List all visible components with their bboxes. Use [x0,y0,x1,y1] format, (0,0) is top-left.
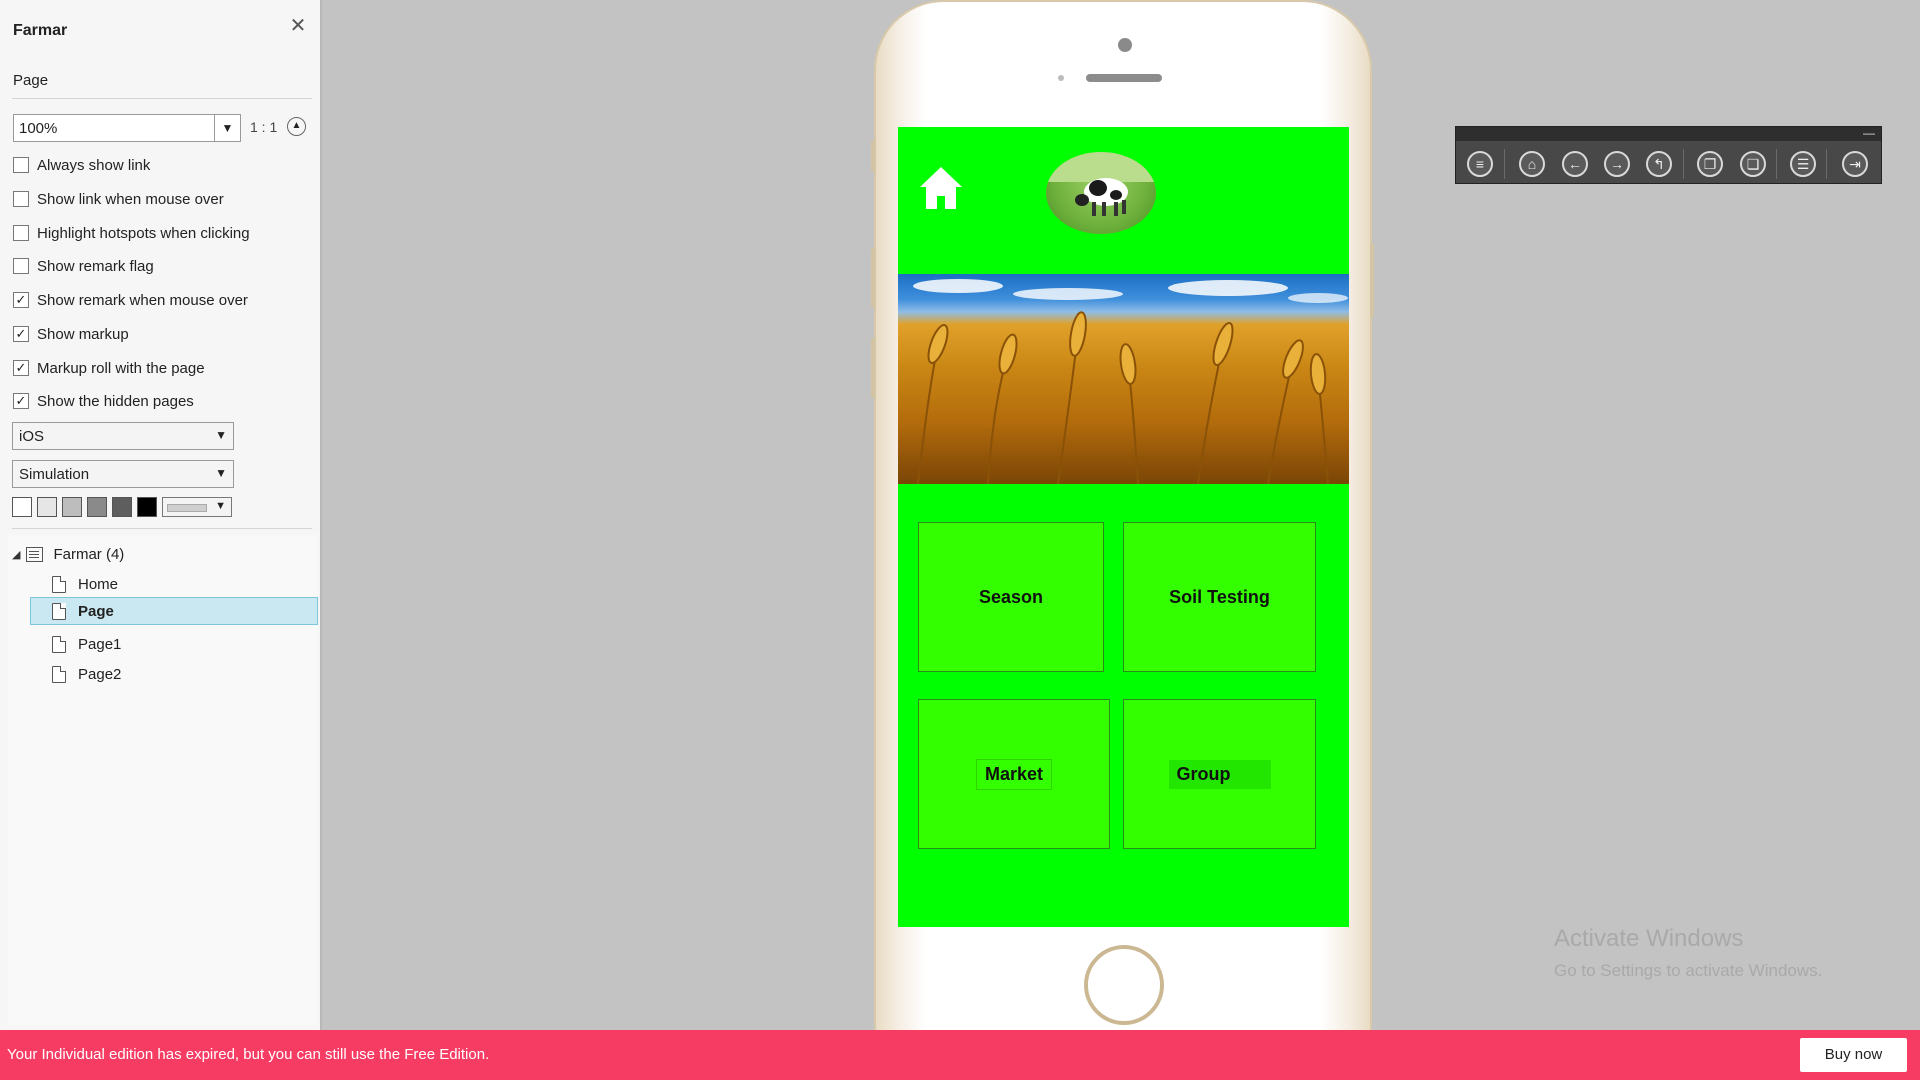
soil-testing-label: Soil Testing [1169,586,1270,607]
mode-select[interactable]: Simulation ▼ [12,460,234,488]
wheat-field-banner-image [898,274,1349,484]
expand-triangle-icon[interactable]: ◢ [12,548,20,561]
ratio-button[interactable]: 1 : 1 [250,119,277,135]
preview-toolbar: — ≡ ⌂ ← → ↰ ❐ ❏ ☰ ⇥ [1455,126,1882,184]
watermark-subtitle: Go to Settings to activate Windows. [1554,961,1823,980]
menu-icon[interactable]: ≡ [1467,151,1493,177]
swatch-light-gray[interactable] [37,497,57,517]
home-icon[interactable]: ⌂ [1519,151,1545,177]
tree-page-page1[interactable]: Page1 [52,630,121,658]
swatch-black[interactable] [137,497,157,517]
toolbar-titlebar[interactable] [1456,127,1881,141]
checkbox-checked[interactable]: ✓ [13,360,29,376]
page-icon [52,575,66,593]
exit-icon[interactable]: ⇥ [1842,151,1868,177]
return-icon[interactable]: ↰ [1646,151,1672,177]
page-tree: ◢ Farmar (4) Home Page Page1 Page2 [8,535,318,1025]
license-message: Your Individual edition has expired, but… [7,1046,490,1063]
divider [1776,149,1777,179]
buy-now-button[interactable]: Buy now [1800,1038,1907,1072]
option-always-show-link[interactable]: Always show link [13,155,150,175]
page-icon [52,602,66,620]
color-preview [167,504,207,512]
sitemap-icon [26,546,44,562]
phone-power-button [1370,243,1374,318]
watermark-title: Activate Windows [1554,925,1744,952]
checkbox[interactable] [13,258,29,274]
zoom-select[interactable]: 100% ▼ [13,114,241,142]
phone-sensor [1058,75,1064,81]
collapse-up-icon[interactable]: ▲ [287,117,306,136]
background-swatches: ▼ [12,497,232,517]
swatch-mid-gray[interactable] [87,497,107,517]
chevron-down-icon: ▼ [215,466,227,480]
phone-side-button [871,140,875,172]
option-show-markup[interactable]: ✓ Show markup [13,324,129,344]
checkbox-checked[interactable]: ✓ [13,393,29,409]
tree-page-page[interactable]: Page [30,597,318,625]
cow-logo-image [1046,152,1156,234]
close-icon[interactable]: ✕ [288,16,308,36]
app-screen: Season Soil Testing Market Group [898,127,1349,927]
license-banner: Your Individual edition has expired, but… [0,1030,1920,1080]
phone-home-button[interactable] [1084,945,1164,1025]
section-label: Page [13,72,49,89]
swatch-white[interactable] [12,497,32,517]
soil-testing-tile[interactable]: Soil Testing [1123,522,1316,672]
tree-page-page2[interactable]: Page2 [52,660,121,688]
swatch-gray[interactable] [62,497,82,517]
phone-volume-up [871,248,875,308]
activate-windows-watermark: Activate Windows Go to Settings to activ… [1554,925,1822,981]
checkbox[interactable] [13,191,29,207]
season-tile[interactable]: Season [918,522,1104,672]
device-select[interactable]: iOS ▼ [12,422,234,450]
page-icon [52,635,66,653]
option-markup-roll[interactable]: ✓ Markup roll with the page [13,358,205,378]
tree-root[interactable]: ◢ Farmar (4) [12,540,124,568]
copy-icon[interactable]: ❐ [1697,151,1723,177]
chevron-down-icon: ▼ [215,500,226,512]
market-tile[interactable]: Market [918,699,1110,849]
preview-settings-panel: Farmar ✕ Page 100% ▼ 1 : 1 ▲ Always show… [0,0,322,1030]
paste-icon[interactable]: ❏ [1740,151,1766,177]
checkbox-checked[interactable]: ✓ [13,326,29,342]
divider [1826,149,1827,179]
divider [1504,149,1505,179]
option-show-remark-flag[interactable]: Show remark flag [13,256,154,276]
forward-arrow-icon[interactable]: → [1604,151,1630,177]
wheat-illustration [913,279,1348,484]
option-show-hidden-pages[interactable]: ✓ Show the hidden pages [13,391,194,411]
cow-illustration [1046,152,1156,216]
option-show-link-mouse-over[interactable]: Show link when mouse over [13,189,224,209]
tree-page-home[interactable]: Home [52,570,118,598]
option-highlight-hotspots[interactable]: Highlight hotspots when clicking [13,223,250,243]
checkbox[interactable] [13,157,29,173]
phone-speaker [1086,74,1162,82]
option-show-remark-mouse-over[interactable]: ✓ Show remark when mouse over [13,290,248,310]
minimize-icon[interactable]: — [1863,127,1875,139]
divider [12,528,312,529]
checkbox[interactable] [13,225,29,241]
chevron-down-icon: ▼ [215,428,227,442]
group-tile[interactable]: Group [1123,699,1316,849]
market-label: Market [975,758,1053,790]
page-icon [52,665,66,683]
chevron-down-icon[interactable]: ▼ [214,115,240,141]
color-picker-dropdown[interactable]: ▼ [162,497,232,517]
back-arrow-icon[interactable]: ← [1562,151,1588,177]
checkbox-checked[interactable]: ✓ [13,292,29,308]
season-label: Season [978,586,1044,607]
divider [1683,149,1684,179]
phone-camera [1118,38,1132,52]
swatch-dark-gray[interactable] [112,497,132,517]
group-label: Group [1168,759,1271,789]
panel-title: Farmar [13,22,68,39]
document-icon[interactable]: ☰ [1790,151,1816,177]
divider [12,98,312,99]
phone-volume-down [871,338,875,398]
zoom-value: 100% [19,120,58,137]
home-icon[interactable] [918,165,964,211]
